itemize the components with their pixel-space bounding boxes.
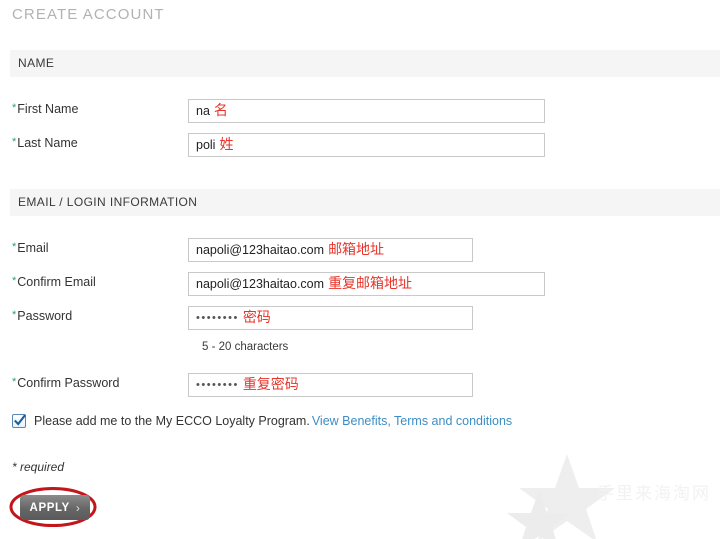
form-row-email: *Email napoli@123haitao.com 邮箱地址 [0,238,724,262]
form-row-password: *Password •••••••• 密码 [0,306,724,330]
first-name-value: na [196,104,210,118]
section-header-email-login-label: EMAIL / LOGIN INFORMATION [18,195,198,209]
label-password: *Password [12,306,72,325]
label-last-name: *Last Name [12,133,78,152]
label-confirm-password: *Confirm Password [12,373,119,392]
loyalty-terms-link[interactable]: View Benefits, Terms and conditions [312,414,512,428]
confirm-email-annotation: 重复邮箱地址 [328,276,413,292]
loyalty-checkbox[interactable] [12,414,26,428]
loyalty-label: Please add me to the My ECCO Loyalty Pro… [34,414,512,428]
password-input[interactable]: •••••••• 密码 [188,306,473,330]
section-header-name: NAME [10,50,720,77]
chevron-right-icon: › [75,500,81,515]
required-note: * required [12,460,65,474]
section-header-email-login: EMAIL / LOGIN INFORMATION [10,189,720,216]
apply-button-label: APPLY [29,501,70,514]
form-row-confirm-password: *Confirm Password •••••••• 重复密码 [0,373,724,397]
apply-button-group: APPLY › [8,486,98,528]
label-email: *Email [12,238,49,257]
apply-button[interactable]: APPLY › [20,495,90,520]
required-asterisk: * [12,309,17,321]
confirm-email-input[interactable]: napoli@123haitao.com 重复邮箱地址 [188,272,545,296]
label-password-text: Password [17,309,73,323]
label-email-text: Email [17,241,49,255]
watermark-stars-icon [507,454,615,539]
password-value: •••••••• [196,312,239,324]
first-name-annotation: 名 [213,103,228,119]
label-last-name-text: Last Name [17,136,78,150]
label-first-name: *First Name [12,99,78,118]
page-title: CREATE ACCOUNT [12,6,165,23]
form-row-first-name: *First Name na 名 [0,99,724,123]
section-header-name-label: NAME [18,56,55,70]
loyalty-label-text: Please add me to the My ECCO Loyalty Pro… [34,414,310,428]
password-hint: 5 - 20 characters [202,341,289,353]
confirm-email-value: napoli@123haitao.com [196,277,325,291]
watermark-text: 手里来海淘网 [597,484,711,504]
form-row-last-name: *Last Name poli 姓 [0,133,724,157]
required-asterisk: * [12,275,17,287]
required-asterisk: * [12,376,17,388]
email-annotation: 邮箱地址 [328,242,385,258]
checkmark-icon [14,414,26,426]
required-asterisk: * [12,241,17,253]
email-value: napoli@123haitao.com [196,243,325,257]
loyalty-program-row[interactable]: Please add me to the My ECCO Loyalty Pro… [12,411,512,431]
label-confirm-email-text: Confirm Email [17,275,96,289]
label-confirm-password-text: Confirm Password [17,376,120,390]
email-input[interactable]: napoli@123haitao.com 邮箱地址 [188,238,473,262]
required-asterisk: * [12,136,17,148]
last-name-value: poli [196,138,216,152]
form-row-confirm-email: *Confirm Email napoli@123haitao.com 重复邮箱地… [0,272,724,296]
label-confirm-email: *Confirm Email [12,272,96,291]
confirm-password-value: •••••••• [196,379,239,391]
first-name-input[interactable]: na 名 [188,99,545,123]
confirm-password-input[interactable]: •••••••• 重复密码 [188,373,473,397]
password-annotation: 密码 [242,310,271,326]
confirm-password-annotation: 重复密码 [242,377,299,393]
required-asterisk: * [12,102,17,114]
label-first-name-text: First Name [17,102,79,116]
watermark: 手里来海淘网 [505,452,724,539]
last-name-annotation: 姓 [219,137,234,153]
last-name-input[interactable]: poli 姓 [188,133,545,157]
